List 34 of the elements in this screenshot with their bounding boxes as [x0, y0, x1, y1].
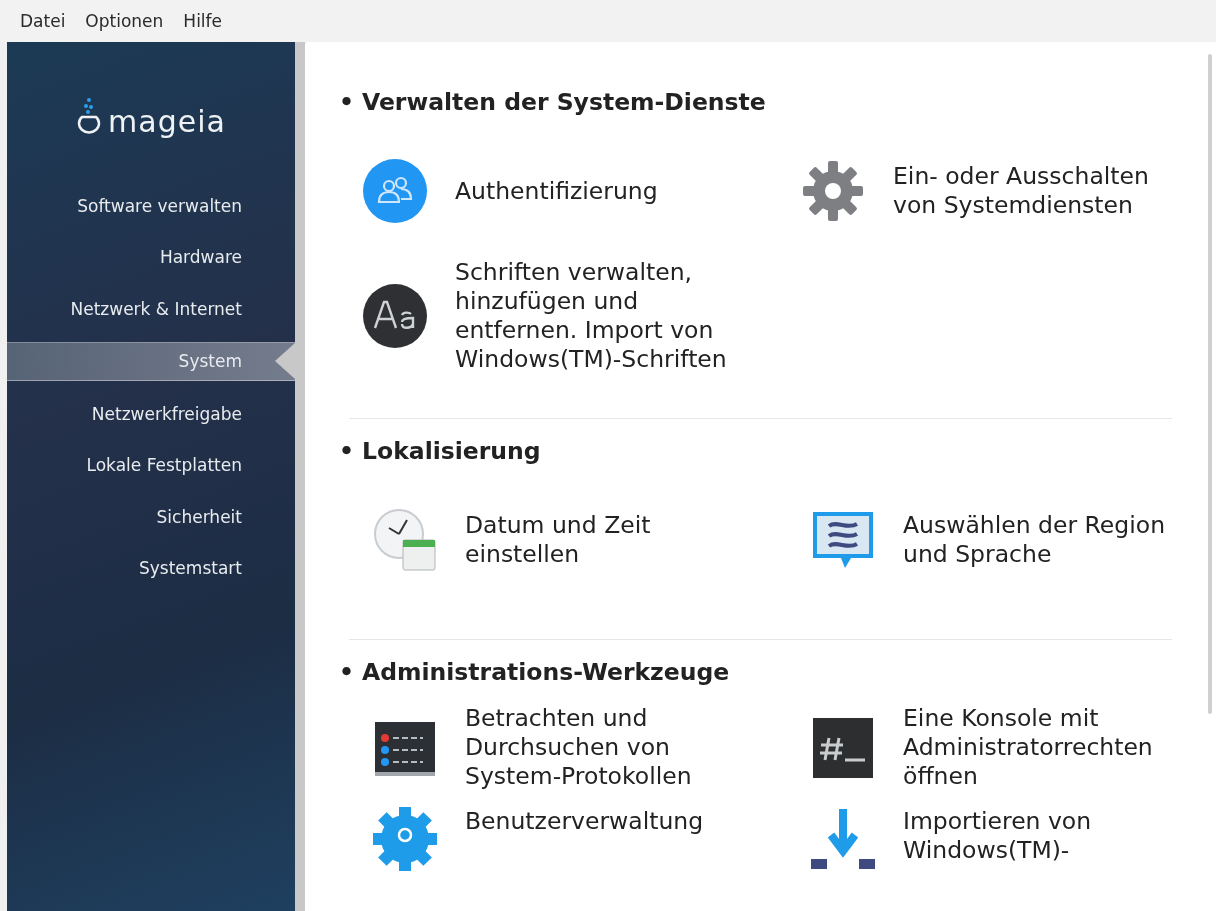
- sidebar-item[interactable]: Netzwerk & Internet: [7, 290, 295, 327]
- menu-item[interactable]: Optionen: [77, 7, 172, 35]
- clock-calendar-icon: [373, 508, 437, 572]
- bullet: •: [339, 658, 355, 686]
- section-heading: Administrations-Werkzeuge: [362, 658, 730, 686]
- font-icon: [363, 284, 427, 348]
- sidebar-item[interactable]: Netzwerkfreigabe: [7, 395, 295, 432]
- tool-link[interactable]: Benutzerverwaltung: [465, 807, 704, 836]
- tool-link[interactable]: Auswählen der Region und Sprache: [903, 511, 1191, 569]
- sidebar-item[interactable]: Software verwalten: [7, 187, 295, 224]
- gear-icon: [801, 159, 865, 223]
- logo-text: mageia: [108, 107, 226, 137]
- tool-link[interactable]: Importieren von Windows(TM)-: [903, 807, 1191, 865]
- bullet: •: [339, 88, 355, 116]
- import-icon: [811, 807, 875, 871]
- bullet: •: [339, 437, 355, 465]
- tool-link[interactable]: Ein- oder Ausschalten von Systemdiensten: [893, 162, 1181, 220]
- sidebar-item[interactable]: Lokale Festplatten: [7, 446, 295, 484]
- section-heading: Verwalten der System-Dienste: [362, 88, 766, 116]
- tool-link[interactable]: Authentifizierung: [455, 176, 658, 206]
- tool-link[interactable]: Eine Konsole mit Administratorrechten öffnen: [903, 704, 1191, 791]
- sidebar-item[interactable]: Systemstart: [7, 549, 295, 587]
- sidebar-item[interactable]: Hardware: [7, 238, 295, 276]
- tool-link[interactable]: Datum und Zeit einstellen: [465, 511, 755, 569]
- tool-link[interactable]: Schriften verwalten, hinzufügen und entfernen. Import von Windows(TM)-Schriften: [455, 258, 745, 374]
- menu-item[interactable]: Hilfe: [175, 7, 231, 35]
- users-icon: [363, 159, 427, 223]
- tool-link[interactable]: Betrachten und Durchsuchen von System-Protokollen: [465, 704, 755, 791]
- cauldron-logo-icon: [76, 97, 103, 137]
- menu-item[interactable]: Datei: [12, 7, 74, 35]
- terminal-icon: [811, 715, 875, 780]
- section-heading: Lokalisierung: [362, 437, 541, 465]
- sidebar-item[interactable]: Sicherheit: [7, 498, 295, 535]
- user-gear-icon: [373, 807, 437, 871]
